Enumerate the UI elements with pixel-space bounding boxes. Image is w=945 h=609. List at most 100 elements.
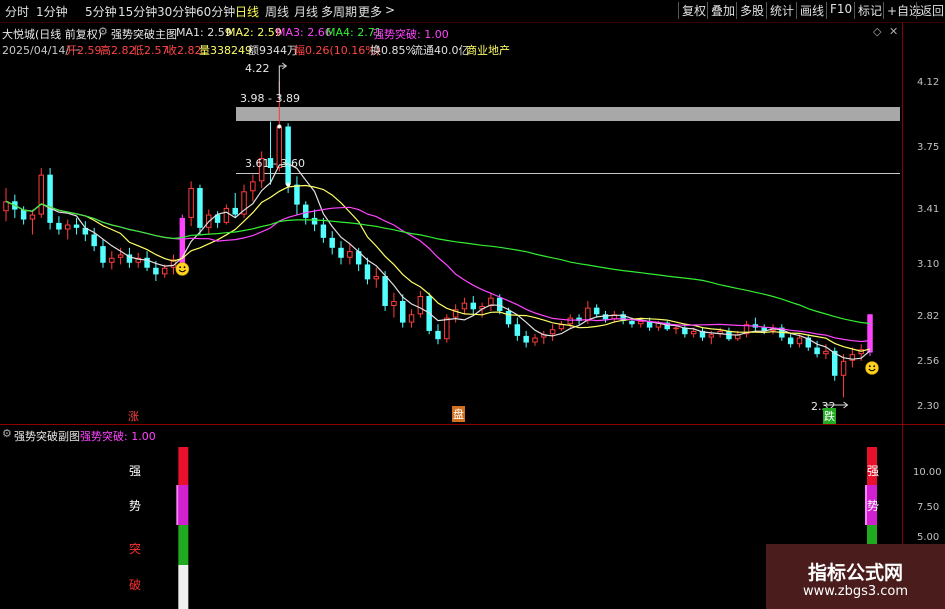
candle-body bbox=[558, 324, 565, 330]
candle-body bbox=[64, 224, 71, 230]
candle-body bbox=[585, 307, 591, 321]
candle-body bbox=[514, 324, 521, 336]
price-tick: 2.56 bbox=[917, 356, 940, 367]
high-price-label: 4.22 bbox=[245, 62, 270, 75]
sub-tick: 10.00 bbox=[913, 467, 942, 478]
candle-body bbox=[417, 296, 424, 315]
candle-body bbox=[109, 257, 115, 263]
candle-body bbox=[3, 201, 9, 212]
candle-body bbox=[505, 310, 512, 325]
candle-body bbox=[73, 224, 80, 228]
candle-body bbox=[347, 251, 353, 258]
candle-body bbox=[840, 360, 847, 376]
zhang-marker: 涨 bbox=[128, 410, 139, 423]
candle-body bbox=[153, 267, 159, 275]
zone2-label: 3.61 - 3.60 bbox=[245, 157, 305, 170]
candle-body bbox=[188, 187, 194, 218]
sub-tick: 7.50 bbox=[917, 502, 940, 513]
signal-column-segment bbox=[178, 565, 189, 609]
price-tick: 4.12 bbox=[917, 77, 940, 88]
candle-body bbox=[144, 257, 150, 268]
candle-body bbox=[602, 314, 609, 320]
candle-body bbox=[117, 254, 124, 258]
price-tick: 3.10 bbox=[917, 259, 940, 270]
candle-body bbox=[532, 337, 538, 343]
price-tick: 3.41 bbox=[917, 204, 940, 215]
candle-body bbox=[285, 126, 291, 185]
candle-body bbox=[338, 247, 344, 258]
candle-body bbox=[364, 264, 371, 280]
zone2-anchor-dot bbox=[286, 182, 291, 187]
candle-body bbox=[673, 327, 679, 330]
candle-body bbox=[787, 337, 794, 345]
candle-body bbox=[796, 337, 803, 345]
pan-marker: 盘 bbox=[452, 406, 465, 422]
candle-body bbox=[461, 302, 468, 310]
candle-body bbox=[38, 174, 44, 215]
candle-body bbox=[303, 204, 309, 218]
candle-body bbox=[488, 297, 494, 306]
candle-body bbox=[435, 330, 441, 340]
candle-body bbox=[47, 174, 53, 223]
signal-column-segment bbox=[178, 485, 189, 525]
smiley-eye bbox=[183, 266, 186, 269]
candle-body bbox=[400, 300, 406, 323]
smiley-eye bbox=[179, 266, 182, 269]
smiley-eye bbox=[868, 365, 871, 368]
zone1-anchor-dot bbox=[277, 124, 282, 129]
sub-char-shi: 势 bbox=[129, 499, 142, 513]
smiley-signal-icon bbox=[175, 262, 190, 276]
die-marker: 跌 bbox=[823, 408, 836, 424]
signal-column-segment bbox=[178, 447, 189, 485]
candle-body bbox=[629, 320, 635, 325]
resistance-zone-1 bbox=[236, 107, 900, 121]
smiley-eye bbox=[873, 365, 876, 368]
candle-body bbox=[496, 297, 503, 311]
candle-body bbox=[320, 224, 327, 238]
signal-column-edge bbox=[176, 485, 179, 525]
candle-body bbox=[161, 267, 168, 275]
candle-body bbox=[382, 276, 388, 306]
candle-body bbox=[444, 317, 450, 340]
candle-body bbox=[523, 335, 529, 343]
candle-body bbox=[29, 214, 36, 220]
candle-body bbox=[567, 317, 573, 325]
candle-body bbox=[470, 302, 476, 310]
candle-body bbox=[223, 207, 230, 223]
sub-char-qiang: 强 bbox=[867, 464, 880, 478]
candle-body bbox=[549, 329, 556, 335]
candle-body bbox=[690, 330, 697, 335]
zone1-label: 3.98 - 3.89 bbox=[240, 92, 300, 105]
candle-body bbox=[100, 246, 106, 263]
candle-body bbox=[294, 184, 300, 205]
kline-chart[interactable] bbox=[0, 0, 945, 609]
candle-body bbox=[329, 237, 335, 248]
sub-char-shi: 势 bbox=[867, 499, 880, 513]
signal-column-segment bbox=[178, 525, 189, 565]
candle-body bbox=[91, 234, 97, 247]
smiley-signal-icon bbox=[865, 361, 879, 375]
price-tick: 3.75 bbox=[917, 142, 940, 153]
candle-body bbox=[814, 347, 820, 355]
candle-body bbox=[391, 300, 397, 306]
candle-body bbox=[823, 350, 829, 355]
candle-body bbox=[56, 222, 62, 230]
candle-body bbox=[867, 314, 873, 353]
sub-tick: 5.00 bbox=[917, 532, 940, 543]
candle-body bbox=[408, 314, 415, 323]
sub-gear-icon[interactable]: ⚙ bbox=[2, 427, 12, 440]
price-tick: 2.30 bbox=[917, 401, 940, 412]
price-tick: 2.82 bbox=[917, 311, 940, 322]
candle-body bbox=[708, 334, 715, 338]
candle-body bbox=[638, 320, 644, 325]
sub-char-tu: 突 bbox=[129, 542, 142, 556]
candle-body bbox=[593, 307, 600, 315]
sub-indicator-title[interactable]: 强势突破副图 bbox=[14, 428, 80, 444]
candle-body bbox=[197, 187, 203, 228]
sub-signal-value: 强势突破: 1.00 bbox=[80, 430, 156, 443]
watermark-logo: 指标公式网 www.zbgs3.com bbox=[766, 544, 945, 609]
candle-body bbox=[232, 207, 238, 215]
sub-char-qiang: 强 bbox=[129, 464, 142, 478]
candle-body bbox=[20, 209, 27, 220]
candle-body bbox=[250, 181, 256, 192]
